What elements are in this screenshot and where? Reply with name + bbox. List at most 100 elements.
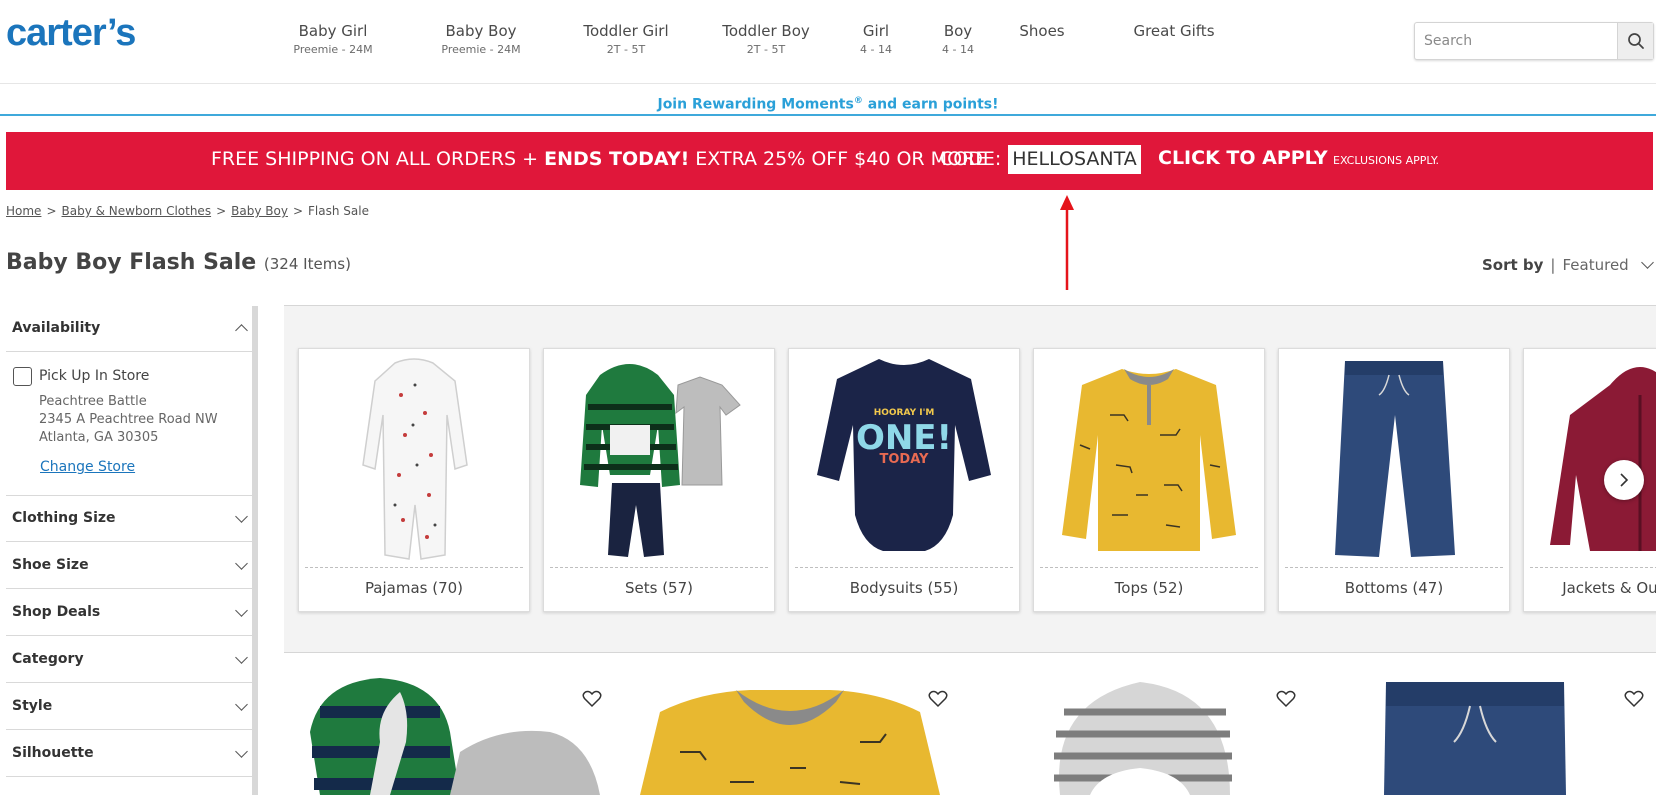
promo-code: HELLOSANTA xyxy=(1008,145,1141,174)
chevron-down-icon xyxy=(235,510,248,523)
filter-label: Style xyxy=(12,698,53,714)
filter-label: Shop Deals xyxy=(12,604,101,620)
page-title: Baby Boy Flash Sale (324 Items) xyxy=(6,250,351,275)
rewards-text: Join Rewarding Moments xyxy=(657,96,854,113)
category-card-bottoms[interactable]: Bottoms (47) xyxy=(1278,348,1510,612)
nav-label: Toddler Girl xyxy=(583,22,669,40)
sort-control[interactable]: Sort by | Featured xyxy=(1482,256,1655,274)
click-to-apply-button[interactable]: CLICK TO APPLY xyxy=(1158,147,1328,169)
card-divider xyxy=(795,567,1013,568)
bodysuits-image: HOORAY I'M ONE! TODAY xyxy=(817,359,991,551)
pickup-label: Pick Up In Store xyxy=(39,368,150,384)
category-label: Bottoms (47) xyxy=(1344,579,1444,597)
sort-label: Sort by xyxy=(1482,256,1544,274)
category-card-sets[interactable]: Sets (57) xyxy=(543,348,775,612)
chevron-right-icon xyxy=(1620,473,1629,487)
nav-label: Shoes xyxy=(1019,22,1065,40)
pickup-in-store-checkbox[interactable] xyxy=(13,367,32,386)
filter-style[interactable]: Style xyxy=(6,684,258,730)
heart-icon[interactable] xyxy=(582,690,602,708)
breadcrumb-baby-boy[interactable]: Baby Boy xyxy=(231,204,288,218)
page-title-text: Baby Boy Flash Sale xyxy=(6,250,257,275)
breadcrumb-separator: > xyxy=(216,204,227,218)
category-card-pajamas[interactable]: Pajamas (70) xyxy=(298,348,530,612)
rewards-banner[interactable]: Join Rewarding Moments® and earn points! xyxy=(0,86,1656,116)
chevron-up-icon xyxy=(235,324,248,337)
card-divider xyxy=(550,567,768,568)
product-image-yellow-top[interactable] xyxy=(640,672,940,795)
sets-image xyxy=(580,364,741,557)
filter-label: Silhouette xyxy=(12,745,94,761)
sort-value[interactable]: Featured xyxy=(1562,256,1628,274)
product-image-jacket-set[interactable] xyxy=(300,672,620,795)
filter-availability[interactable]: Availability xyxy=(6,306,258,352)
nav-label: Boy xyxy=(943,22,973,40)
promo-lead: FREE SHIPPING ON ALL ORDERS + xyxy=(211,148,545,170)
nav-boy[interactable]: Boy 4 - 14 xyxy=(928,22,988,56)
filter-shoe-size[interactable]: Shoe Size xyxy=(6,543,258,589)
breadcrumb-home[interactable]: Home xyxy=(6,204,41,218)
carters-logo[interactable]: carter’s xyxy=(6,12,136,55)
product-image-striped-hat[interactable] xyxy=(1050,672,1240,795)
chevron-down-icon xyxy=(235,557,248,570)
search-button[interactable] xyxy=(1617,23,1653,59)
filter-silhouette[interactable]: Silhouette xyxy=(6,731,258,777)
heart-icon[interactable] xyxy=(928,690,948,708)
nav-sublabel: Preemie - 24M xyxy=(441,43,521,56)
svg-text:HOORAY I'M: HOORAY I'M xyxy=(874,408,935,418)
heart-icon[interactable] xyxy=(1276,690,1296,708)
product-image-navy-pants[interactable] xyxy=(1380,672,1570,795)
nav-sublabel: 2T - 5T xyxy=(746,43,786,56)
category-card-tops[interactable]: Tops (52) xyxy=(1033,348,1265,612)
chevron-down-icon xyxy=(235,604,248,617)
nav-label: Great Gifts xyxy=(1133,22,1215,40)
breadcrumb: Home > Baby & Newborn Clothes > Baby Boy > Fla… xyxy=(6,204,369,218)
category-label: Tops (52) xyxy=(1114,579,1184,597)
sidebar-scrollbar[interactable] xyxy=(252,306,258,795)
pajamas-image xyxy=(362,358,468,560)
category-label: Pajamas (70) xyxy=(364,579,464,597)
filter-clothing-size[interactable]: Clothing Size xyxy=(6,496,258,542)
card-divider xyxy=(305,567,523,568)
category-carousel: Pajamas (70) Sets (57) HOORAY I'M ONE! T… xyxy=(284,306,1656,653)
change-store-link[interactable]: Change Store xyxy=(40,459,135,475)
nav-toddler-boy[interactable]: Toddler Boy 2T - 5T xyxy=(712,22,820,56)
svg-text:TODAY: TODAY xyxy=(880,452,930,467)
filter-label: Shoe Size xyxy=(12,557,89,573)
nav-label: Toddler Boy xyxy=(722,22,810,40)
nav-sublabel: 4 - 14 xyxy=(860,43,892,56)
carousel-next-button[interactable] xyxy=(1604,460,1644,500)
card-divider xyxy=(1530,567,1656,568)
promo-message: FREE SHIPPING ON ALL ORDERS + ENDS TODAY… xyxy=(211,148,987,170)
breadcrumb-current: Flash Sale xyxy=(308,204,369,218)
exclusions-link[interactable]: EXCLUSIONS APPLY. xyxy=(1333,154,1439,167)
search-input[interactable] xyxy=(1415,23,1619,59)
filter-shop-deals[interactable]: Shop Deals xyxy=(6,590,258,636)
card-divider xyxy=(1040,567,1258,568)
store-city: Atlanta, GA 30305 xyxy=(39,430,159,445)
nav-toddler-girl[interactable]: Toddler Girl 2T - 5T xyxy=(572,22,680,56)
filter-label: Category xyxy=(12,651,84,667)
chevron-down-icon xyxy=(235,745,248,758)
breadcrumb-baby-newborn[interactable]: Baby & Newborn Clothes xyxy=(62,204,212,218)
filter-category[interactable]: Category xyxy=(6,637,258,683)
nav-sublabel: 4 - 14 xyxy=(942,43,974,56)
promo-banner: FREE SHIPPING ON ALL ORDERS + ENDS TODAY… xyxy=(6,132,1653,190)
nav-baby-girl[interactable]: Baby Girl Preemie - 24M xyxy=(283,22,383,56)
breadcrumb-separator: > xyxy=(46,204,57,218)
jackets-image xyxy=(1550,367,1656,551)
chevron-down-icon xyxy=(235,698,248,711)
search-box xyxy=(1414,22,1654,60)
category-card-bodysuits[interactable]: HOORAY I'M ONE! TODAY Bodysuits (55) xyxy=(788,348,1020,612)
nav-baby-boy[interactable]: Baby Boy Preemie - 24M xyxy=(431,22,531,56)
nav-great-gifts[interactable]: Great Gifts xyxy=(1126,22,1222,40)
heart-icon[interactable] xyxy=(1624,690,1644,708)
sort-separator: | xyxy=(1550,256,1556,274)
filter-label: Clothing Size xyxy=(12,510,116,526)
tops-image xyxy=(1062,369,1236,551)
promo-ends-today: ENDS TODAY! xyxy=(544,148,690,170)
nav-girl[interactable]: Girl 4 - 14 xyxy=(846,22,906,56)
rewards-text-tail: and earn points! xyxy=(862,96,999,113)
search-icon xyxy=(1627,33,1644,49)
nav-shoes[interactable]: Shoes xyxy=(1012,22,1072,40)
